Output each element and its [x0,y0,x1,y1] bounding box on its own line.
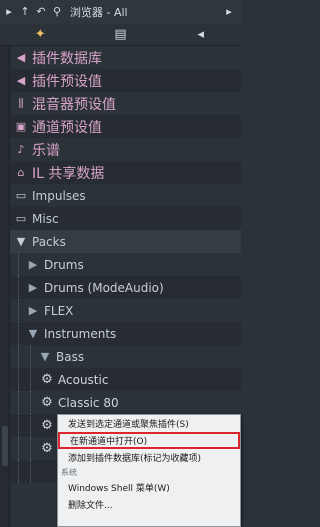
tree-item-label: IL 共享数据 [32,165,105,182]
tree-item-label: 乐谱 [32,142,60,159]
tree-item-label: Drums [44,257,84,272]
plugin-presets-icon: ◀ [16,74,26,87]
menu-item-open-in-new-channel[interactable]: 在新通道中打开(O) [58,432,240,449]
menu-item-delete-file[interactable]: 删除文件... [58,496,240,513]
shared-folder-icon: ⌂ [17,166,25,179]
tab-all-icon[interactable]: ✦ [0,24,80,46]
tree-item-il-shared-data[interactable]: ⌂ IL 共享数据 [10,161,241,184]
browser-scrollbar[interactable] [0,46,10,527]
preset-gear-icon: ⚙ [41,441,53,456]
tree-item-label: Impulses [32,188,86,203]
tree-item-label: 通道预设值 [32,119,102,136]
tree-item-plugin-presets[interactable]: ◀ 插件预设值 [10,69,241,92]
tree-item-label: Drums (ModeAudio) [44,280,164,295]
tab-output-icon[interactable]: ◂ [161,24,241,46]
menu-item-windows-shell-menu[interactable]: Windows Shell 菜单(W) [58,479,240,496]
tree-item-label: Acoustic [58,372,109,387]
pack-folder-icon: ▶ [28,258,38,271]
preset-gear-icon: ⚙ [41,418,53,433]
tree-item-packs[interactable]: ▼ Packs [10,230,241,253]
search-icon[interactable]: ⚲ [51,6,63,18]
tree-item-label: Instruments [44,326,117,341]
tree-item-label: 混音器预设值 [32,96,116,113]
preset-gear-icon: ⚙ [41,372,53,387]
tree-item-label: Packs [32,234,66,249]
folder-icon: ▭ [15,189,27,202]
expanded-pack-folder-icon: ▼ [28,327,38,340]
context-menu: 发送到选定通道或聚焦插件(S) 在新通道中打开(O) 添加到插件数据库(标记为收… [57,414,241,527]
browser-toolbar: ▸ ↑ ↶ ⚲ 浏览器 - All ▸ [0,0,241,24]
menu-section-system: 系统 [61,468,77,477]
plugin-database-icon: ◀ [16,51,26,64]
channel-presets-icon: ▣ [15,120,27,133]
options-arrow-icon[interactable]: ▸ [223,6,235,18]
tree-item-label: 插件数据库 [32,50,102,67]
tree-item-drums-modeaudio[interactable]: ▶ Drums (ModeAudio) [10,276,241,299]
tree-item-drums[interactable]: ▶ Drums [10,253,241,276]
tab-files-icon[interactable]: ▤ [80,24,160,46]
tree-item-label: Classic 80 [58,395,119,410]
pack-folder-icon: ▶ [28,304,38,317]
tree-item-mixer-presets[interactable]: ⫼ 混音器预设值 [10,92,241,115]
tree-item-instruments[interactable]: ▼ Instruments [10,322,241,345]
tree-item-label: FLEX [44,303,74,318]
expanded-folder-icon: ▼ [16,235,26,248]
browser-title: 浏览器 - All [70,6,128,19]
tree-item-flex[interactable]: ▶ FLEX [10,299,241,322]
tree-item-misc[interactable]: ▭ Misc [10,207,241,230]
tree-item-channel-presets[interactable]: ▣ 通道预设值 [10,115,241,138]
undo-icon[interactable]: ↶ [35,6,47,18]
tree-item-classic-80[interactable]: ⚙ Classic 80 [10,391,241,414]
scrollbar-thumb[interactable] [2,426,8,466]
folder-icon: ▭ [15,212,27,225]
tree-item-bass[interactable]: ▼ Bass [10,345,241,368]
pack-folder-icon: ▶ [28,281,38,294]
music-note-icon: ♪ [17,143,25,156]
expanded-pack-folder-icon: ▼ [40,350,50,363]
arrow-up-icon[interactable]: ↑ [19,6,31,18]
tree-item-acoustic[interactable]: ⚙ Acoustic [10,368,241,391]
preset-gear-icon: ⚙ [41,395,53,410]
mixer-presets-icon: ⫼ [18,96,24,110]
tree-item-scores[interactable]: ♪ 乐谱 [10,138,241,161]
tree-item-impulses[interactable]: ▭ Impulses [10,184,241,207]
browser-tabs: ✦ ▤ ◂ [0,24,241,46]
tree-item-plugin-database[interactable]: ◀ 插件数据库 [10,46,241,69]
menu-item-add-to-plugin-database[interactable]: 添加到插件数据库(标记为收藏项) [58,449,240,466]
menu-triangle-icon[interactable]: ▸ [3,6,15,18]
tree-item-label: 插件预设值 [32,73,102,90]
tree-item-label: Bass [56,349,85,364]
tree-item-label: Misc [32,211,59,226]
menu-item-send-to-selected-channel[interactable]: 发送到选定通道或聚焦插件(S) [58,415,240,432]
